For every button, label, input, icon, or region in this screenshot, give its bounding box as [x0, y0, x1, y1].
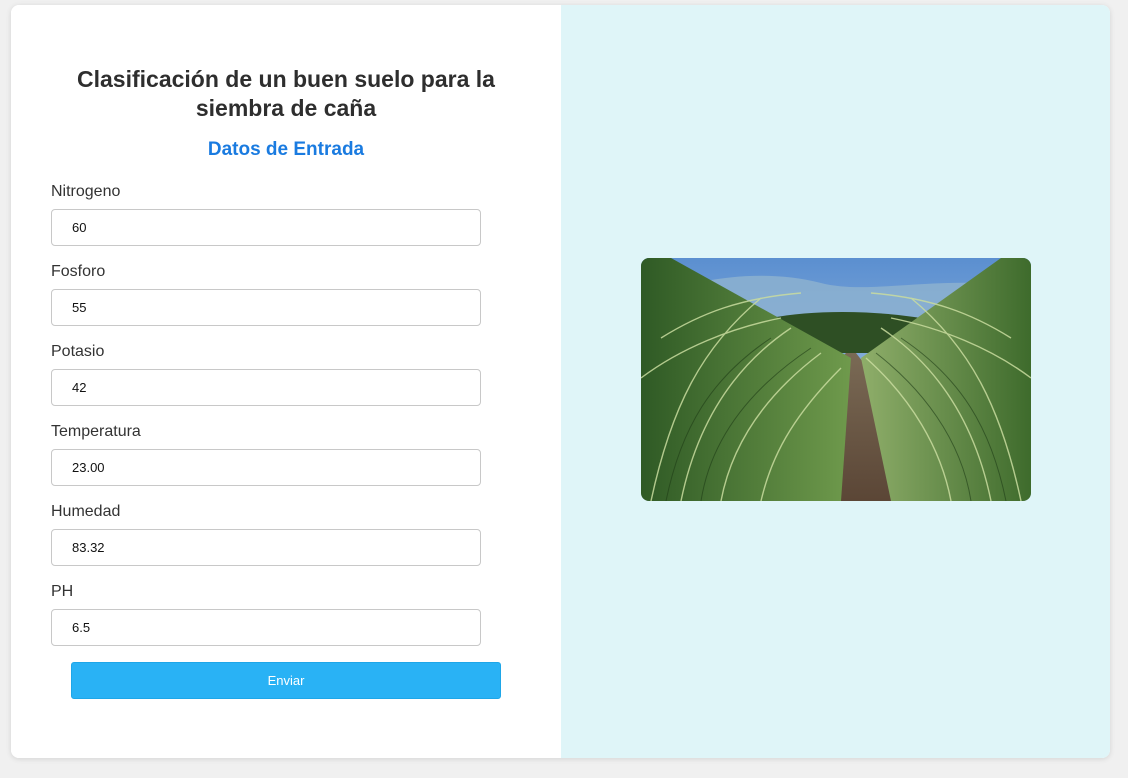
main-card: Clasificación de un buen suelo para la s…: [11, 5, 1110, 758]
potasio-input[interactable]: [51, 369, 481, 406]
field-ph: PH: [51, 581, 481, 646]
nitrogeno-input[interactable]: [51, 209, 481, 246]
potasio-label: Potasio: [51, 343, 105, 360]
submit-button[interactable]: Enviar: [71, 662, 501, 699]
field-humedad: Humedad: [51, 501, 481, 566]
ph-label: PH: [51, 583, 74, 600]
sugarcane-field-image: [641, 258, 1031, 501]
fosforo-input[interactable]: [51, 289, 481, 326]
image-panel: [561, 5, 1110, 758]
temperatura-input[interactable]: [51, 449, 481, 486]
field-potasio: Potasio: [51, 341, 481, 406]
field-temperatura: Temperatura: [51, 421, 481, 486]
ph-input[interactable]: [51, 609, 481, 646]
fosforo-label: Fosforo: [51, 263, 106, 280]
form-panel: Clasificación de un buen suelo para la s…: [11, 5, 561, 758]
field-fosforo: Fosforo: [51, 261, 481, 326]
page-title: Clasificación de un buen suelo para la s…: [77, 66, 495, 121]
nitrogeno-label: Nitrogeno: [51, 183, 121, 200]
humedad-input[interactable]: [51, 529, 481, 566]
field-nitrogeno: Nitrogeno: [51, 181, 481, 246]
humedad-label: Humedad: [51, 503, 121, 520]
form-subtitle: Datos de Entrada: [207, 139, 365, 160]
temperatura-label: Temperatura: [51, 423, 141, 440]
